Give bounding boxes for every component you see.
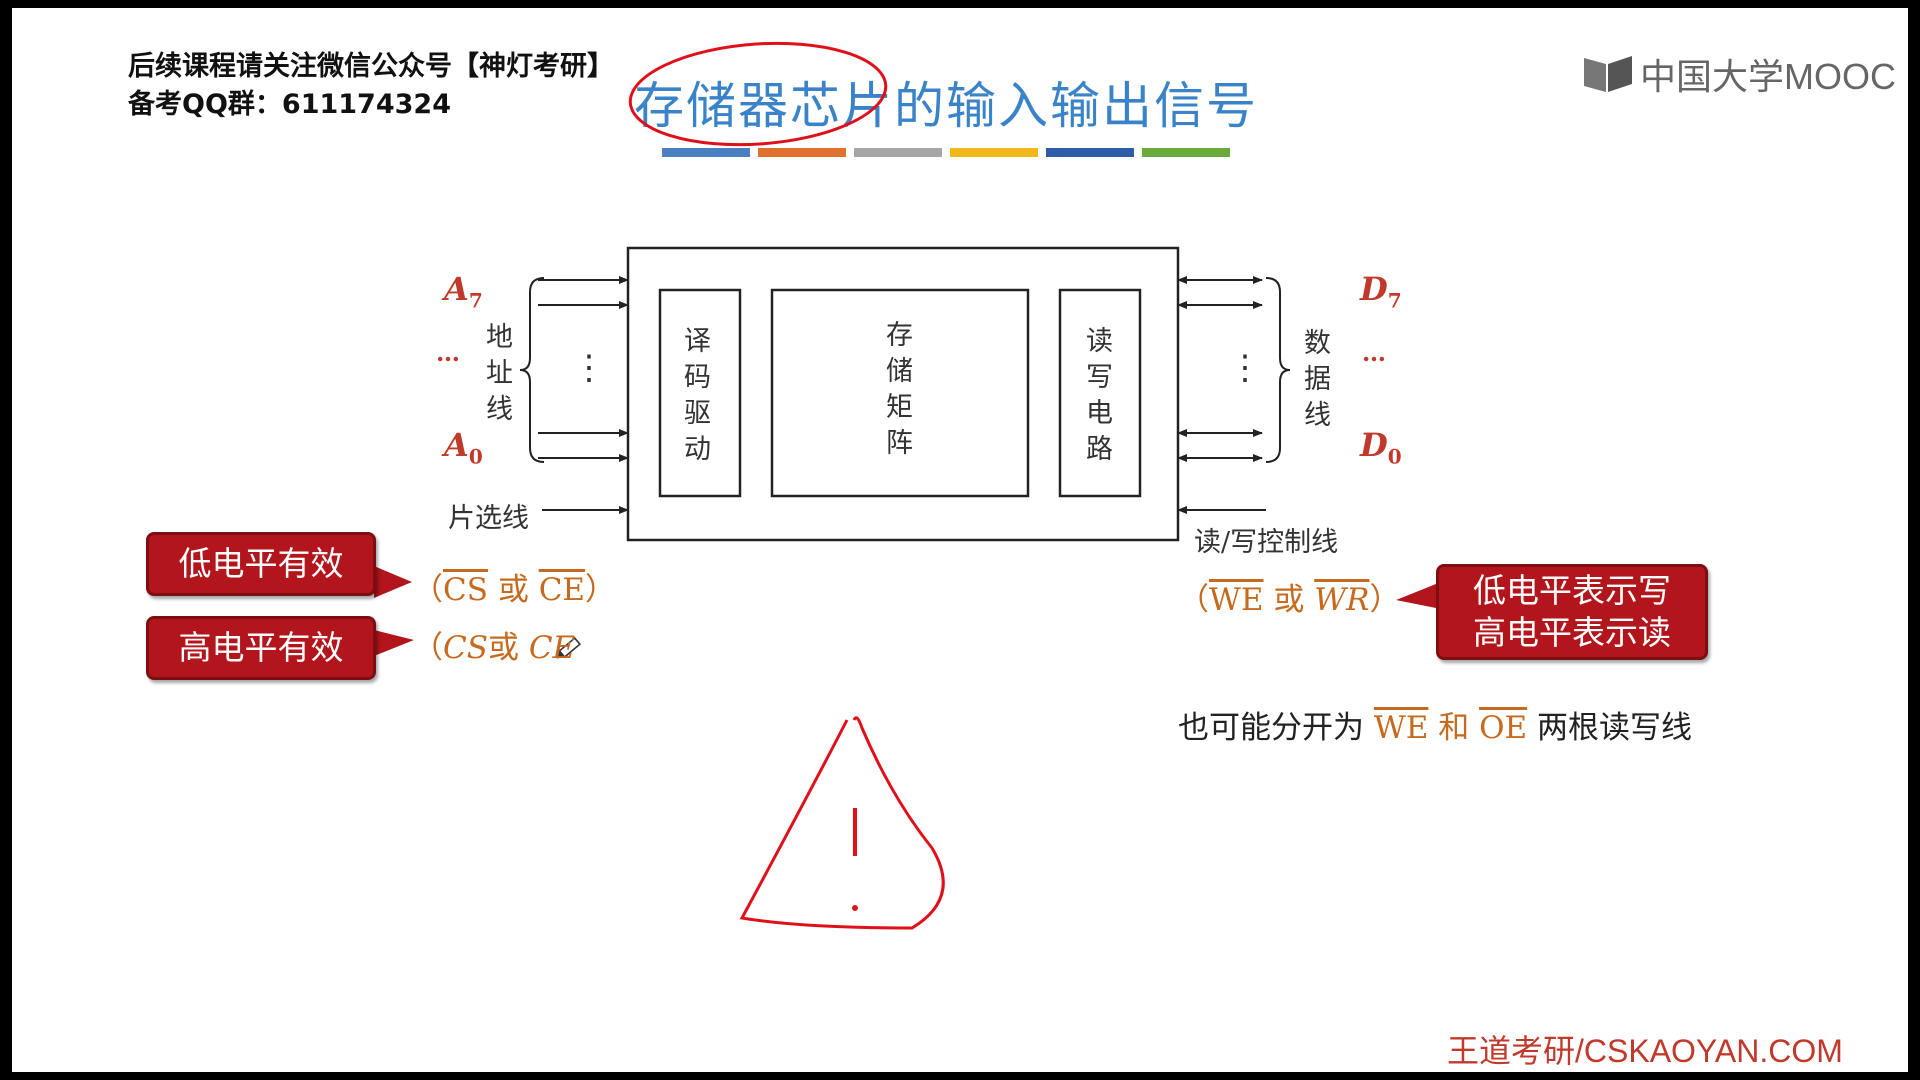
a0-letter: A [444, 426, 469, 464]
low-write-text: 低电平表示写 [1473, 571, 1671, 610]
footer-brand: 王道考研/CSKAOYAN.COM [1447, 1033, 1843, 1069]
or-text: 或 [1273, 582, 1305, 618]
callout-pointer [374, 630, 414, 656]
rw-control-label: 读/写控制线 [1194, 527, 1339, 558]
split-lines-note: 也可能分开为 WE 和 OE 两根读写线 [1178, 702, 1692, 747]
slide: 后续课程请关注微信公众号【神灯考研】 备考QQ群：611174324 存储器芯片… [12, 8, 1908, 1072]
address-dots: ⋮ [572, 348, 606, 388]
or-text: 或 [487, 630, 519, 666]
data-ellipsis: … [1362, 338, 1386, 367]
address-lines-label: 地址线 [486, 322, 513, 425]
decoder-label: 译码驱动 [684, 326, 711, 465]
paren-open: （ [412, 630, 443, 666]
split-post-text: 两根读写线 [1536, 710, 1692, 746]
chip-select-label: 片选线 [448, 503, 529, 534]
d7-subscript: 7 [1387, 288, 1402, 313]
high-read-text: 高电平表示读 [1473, 613, 1671, 652]
oe-bar-signal: OE [1479, 710, 1528, 746]
cs-bar-signal: CS [443, 572, 488, 608]
d0-label: D0 [1360, 426, 1402, 468]
paren-close: ） [1369, 582, 1401, 618]
high-active-callout: 高电平有效 [146, 616, 376, 680]
paren-open: （ [1178, 582, 1209, 618]
we-bar-signal: WE [1373, 710, 1429, 746]
rw-meaning-callout: 低电平表示写 高电平表示读 [1436, 564, 1708, 660]
d7-letter: D [1360, 270, 1388, 308]
a0-subscript: 0 [468, 444, 483, 469]
data-brace [1265, 277, 1291, 463]
callout-pointer [1396, 584, 1436, 608]
we-wr-signals: （WE 或 WR） [1178, 574, 1400, 619]
cs-ce-high-signals: （CS或 CE [412, 622, 575, 667]
title-circle-annotation [628, 41, 888, 147]
ce-signal: CE [528, 630, 576, 666]
low-active-callout: 低电平有效 [146, 532, 376, 596]
rw-circuit-label: 读写电路 [1086, 326, 1113, 465]
d7-label: D7 [1360, 270, 1402, 312]
cs-ce-low-signals: （CS 或 CE） [412, 564, 616, 609]
data-dots: ⋮ [1228, 348, 1262, 388]
paren-open: （ [412, 572, 443, 608]
wr-bar-signal: WR [1314, 582, 1370, 618]
or-text: 或 [497, 572, 529, 608]
callout-pointer [374, 566, 412, 598]
cs-signal: CS [443, 630, 488, 666]
matrix-label: 存储矩阵 [886, 320, 913, 459]
a7-subscript: 7 [468, 288, 483, 313]
ce-bar-signal: CE [538, 572, 586, 608]
we-bar-signal: WE [1209, 582, 1264, 618]
address-ellipsis: … [436, 338, 460, 367]
paren-close: ） [585, 572, 617, 608]
warning-mark-dot [852, 905, 858, 911]
a0-label: A0 [444, 426, 483, 468]
a7-label: A7 [444, 270, 483, 312]
a7-letter: A [444, 270, 469, 308]
data-lines-label: 数据线 [1304, 328, 1331, 431]
warning-triangle-annotation [739, 716, 945, 930]
split-pre-text: 也可能分开为 [1178, 710, 1364, 746]
d0-subscript: 0 [1387, 444, 1402, 469]
and-text: 和 [1438, 710, 1470, 746]
d0-letter: D [1360, 426, 1388, 464]
